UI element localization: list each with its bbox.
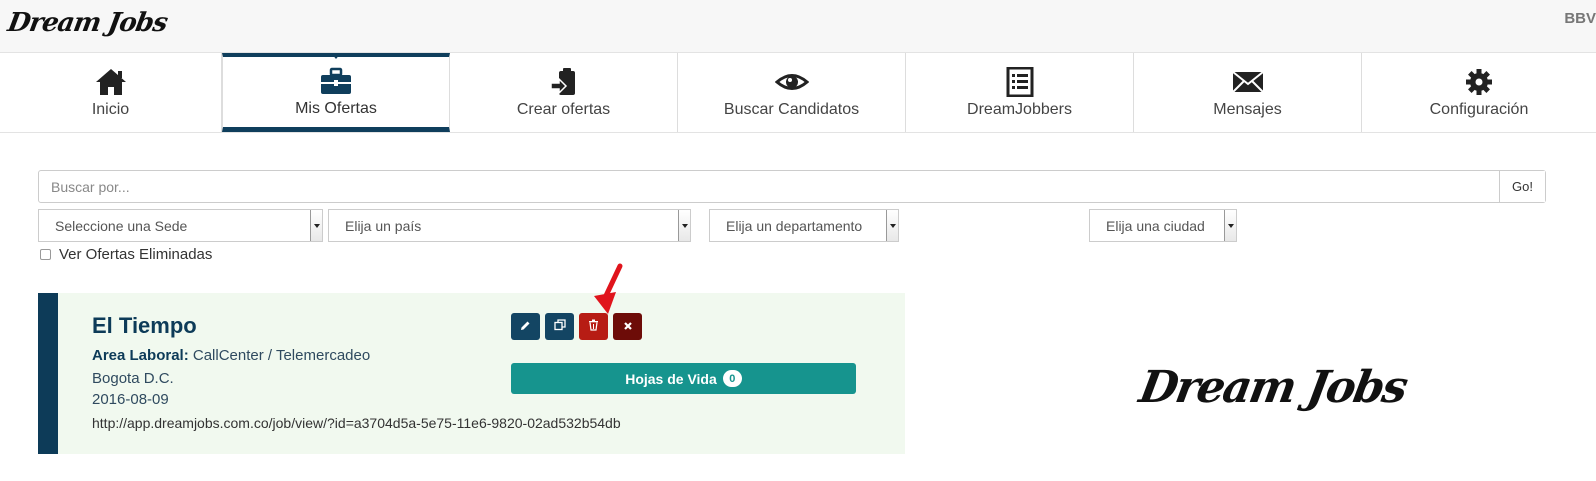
deleted-offers-checkbox[interactable] (40, 249, 51, 260)
chevron-down-icon (678, 210, 690, 241)
edit-button[interactable] (511, 313, 540, 340)
envelope-icon (1231, 67, 1265, 97)
nav-item-dreamjobbers[interactable]: DreamJobbers (906, 53, 1134, 132)
nav-label: Inicio (91, 100, 130, 118)
deleted-offers-toggle: Ver Ofertas Eliminadas (40, 246, 212, 263)
chevron-down-icon (310, 210, 322, 241)
offer-date: 2016-08-09 (92, 391, 169, 408)
chevron-down-icon (886, 210, 898, 241)
top-bar: Dream Jobs BBV (0, 0, 1596, 53)
cv-button[interactable]: Hojas de Vida 0 (511, 363, 856, 394)
nav-item-mensajes[interactable]: Mensajes (1134, 53, 1362, 132)
duplicate-button[interactable] (545, 313, 574, 340)
nav-label: Mis Ofertas (295, 100, 377, 117)
search-input[interactable] (39, 171, 1499, 202)
offer-area: Area Laboral: CallCenter / Telemercadeo (92, 347, 370, 364)
ciudad-select-value: Elija una ciudad (1106, 217, 1205, 234)
ciudad-select[interactable]: Elija una ciudad (1089, 209, 1237, 242)
nav-label: Crear ofertas (516, 100, 611, 118)
nav-label: Buscar Candidatos (723, 100, 860, 118)
offer-company[interactable]: El Tiempo (92, 313, 197, 339)
copy-icon (553, 318, 566, 336)
pencil-icon (520, 318, 531, 336)
briefcase-icon (319, 66, 353, 96)
departamento-select[interactable]: Elija un departamento (709, 209, 899, 242)
nav-item-crear-ofertas[interactable]: Crear ofertas (450, 53, 678, 132)
header-logo[interactable]: Dream Jobs (5, 8, 169, 38)
nav-label: Configuración (1429, 100, 1529, 118)
go-button[interactable]: Go! (1499, 171, 1545, 202)
clipboard-icon (547, 67, 581, 97)
pais-select[interactable]: Elija un país (328, 209, 691, 242)
main-nav: Inicio Mis Ofertas Crear ofertas Buscar … (0, 53, 1596, 133)
cv-button-label: Hojas de Vida (625, 370, 717, 387)
sede-select[interactable]: Seleccione una Sede (38, 209, 323, 242)
offer-area-value: CallCenter / Telemercadeo (192, 347, 371, 364)
list-icon (1003, 66, 1037, 97)
offer-location: Bogota D.C. (92, 370, 174, 387)
user-tag[interactable]: BBV (1564, 10, 1596, 27)
nav-label: Mensajes (1213, 100, 1282, 118)
offer-card: El Tiempo Area Laboral: CallCenter / Tel… (38, 293, 905, 454)
offer-area-label: Area Laboral: (92, 347, 189, 364)
eye-icon (774, 67, 809, 97)
sede-select-value: Seleccione una Sede (55, 217, 188, 234)
nav-item-inicio[interactable]: Inicio (0, 53, 222, 132)
annotation-arrow-icon (590, 262, 630, 322)
nav-item-buscar-candidatos[interactable]: Buscar Candidatos (678, 53, 906, 132)
gear-icon (1462, 67, 1496, 97)
deleted-offers-label[interactable]: Ver Ofertas Eliminadas (59, 246, 212, 263)
chevron-down-icon (1224, 210, 1236, 241)
pais-select-value: Elija un país (345, 217, 422, 234)
search-bar: Go! (38, 170, 1546, 203)
cv-count-badge: 0 (722, 370, 742, 387)
nav-label: DreamJobbers (967, 100, 1072, 118)
nav-item-mis-ofertas[interactable]: Mis Ofertas (222, 53, 450, 132)
offer-url[interactable]: http://app.dreamjobs.com.co/job/view/?id… (92, 415, 621, 431)
brand-logo: Dream Jobs (1135, 362, 1410, 413)
home-icon (94, 67, 128, 97)
departamento-select-value: Elija un departamento (726, 217, 863, 234)
nav-item-configuracion[interactable]: Configuración (1362, 53, 1596, 132)
